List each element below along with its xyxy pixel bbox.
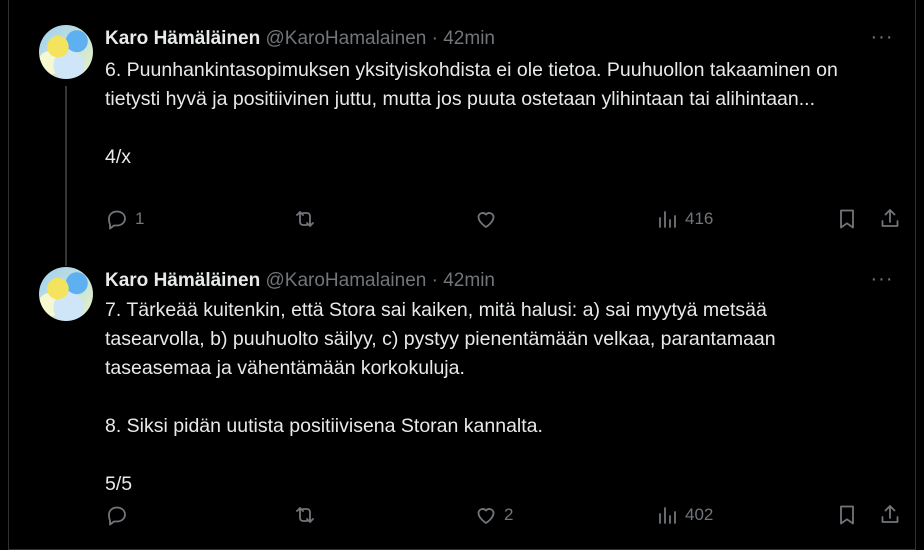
bookmark-button[interactable] bbox=[835, 500, 859, 530]
avatar[interactable] bbox=[39, 267, 93, 321]
thread-connector-line bbox=[65, 86, 67, 250]
repost-icon bbox=[296, 507, 314, 523]
repost-icon bbox=[296, 211, 314, 227]
views-button[interactable]: 416 bbox=[655, 204, 713, 234]
separator: · bbox=[431, 270, 438, 291]
views-icon bbox=[659, 507, 676, 524]
reply-icon bbox=[108, 506, 126, 526]
reply-count: 1 bbox=[135, 209, 145, 228]
separator: · bbox=[431, 28, 438, 49]
more-icon[interactable]: ··· bbox=[869, 27, 895, 52]
tweet[interactable]: Karo Hämäläinen @KaroHamalainen · 42min … bbox=[9, 0, 915, 250]
reply-button[interactable]: 1 bbox=[105, 204, 144, 234]
bookmark-icon bbox=[840, 505, 854, 525]
like-count: 2 bbox=[504, 505, 514, 524]
action-bar: 1 416 bbox=[105, 204, 899, 234]
author-handle[interactable]: @KaroHamalainen bbox=[266, 28, 427, 49]
author-handle[interactable]: @KaroHamalainen bbox=[266, 270, 427, 291]
thread-column: Karo Hämäläinen @KaroHamalainen · 42min … bbox=[8, 0, 916, 550]
repost-button[interactable] bbox=[293, 500, 323, 530]
views-button[interactable]: 402 bbox=[655, 500, 713, 530]
repost-button[interactable] bbox=[293, 204, 323, 234]
tweet[interactable]: Karo Hämäläinen @KaroHamalainen · 42min … bbox=[9, 250, 915, 550]
like-icon bbox=[477, 212, 495, 228]
reply-button[interactable] bbox=[105, 500, 135, 530]
views-icon bbox=[659, 211, 676, 228]
bookmark-button[interactable] bbox=[835, 204, 859, 234]
more-icon[interactable]: ··· bbox=[869, 269, 895, 294]
share-icon bbox=[881, 209, 899, 227]
tweet-header: Karo Hämäläinen @KaroHamalainen · 42min bbox=[105, 269, 495, 293]
tweet-text: 7. Tärkeää kuitenkin, että Stora sai kai… bbox=[105, 299, 776, 495]
tweet-header: Karo Hämäläinen @KaroHamalainen · 42min bbox=[105, 27, 495, 51]
tweet-text: 6. Puunhankintasopimuksen yksityiskohdis… bbox=[105, 59, 838, 168]
timestamp[interactable]: 42min bbox=[443, 28, 495, 49]
action-bar: 2 402 bbox=[105, 500, 899, 530]
views-count: 416 bbox=[685, 209, 714, 228]
timestamp[interactable]: 42min bbox=[443, 270, 495, 291]
share-button[interactable] bbox=[878, 500, 902, 530]
reply-icon bbox=[108, 210, 126, 230]
like-button[interactable]: 2 bbox=[474, 500, 513, 530]
thread-connector-line bbox=[65, 250, 67, 266]
views-count: 402 bbox=[685, 505, 714, 524]
like-icon bbox=[477, 508, 495, 524]
like-button[interactable] bbox=[474, 204, 504, 234]
author-name[interactable]: Karo Hämäläinen bbox=[105, 28, 260, 49]
share-icon bbox=[881, 505, 899, 523]
share-button[interactable] bbox=[878, 204, 902, 234]
avatar[interactable] bbox=[39, 25, 93, 79]
author-name[interactable]: Karo Hämäläinen bbox=[105, 270, 260, 291]
bookmark-icon bbox=[840, 209, 854, 229]
